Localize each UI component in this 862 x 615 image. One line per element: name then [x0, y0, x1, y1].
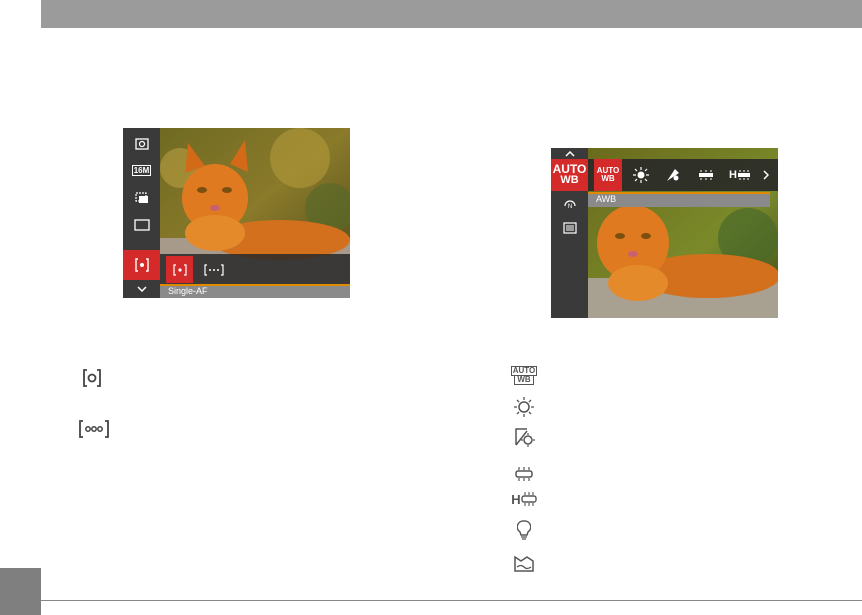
af-selected-text: Single-AF [168, 286, 208, 296]
camera-screen-white-balance: AUTO WB N AUTO WB H AWB [551, 148, 778, 318]
svg-text:N: N [567, 204, 571, 210]
fluorescent-h-text: H [729, 169, 737, 181]
multi-af-icon [204, 263, 224, 276]
fluorescent-h-icon: H [511, 488, 537, 510]
chevron-up-icon[interactable] [551, 148, 588, 159]
daylight-option[interactable] [627, 159, 655, 191]
chevron-right-icon[interactable] [759, 159, 773, 191]
image-size-label: 16M [131, 165, 152, 176]
continuous-shot-icon[interactable] [123, 184, 160, 211]
shade-icon [511, 426, 537, 448]
auto-wb-line2: WB [601, 174, 615, 183]
color-effect-icon[interactable]: N [551, 194, 588, 214]
wb-wb-text: WB [560, 174, 579, 186]
chevron-down-icon[interactable] [123, 280, 160, 298]
menu-list-icon[interactable] [551, 218, 588, 238]
fluorescent-icon [699, 170, 713, 180]
af-selected-label: Single-AF [160, 284, 350, 298]
daylight-icon [633, 167, 649, 183]
white-balance-icon[interactable]: AUTO WB [551, 159, 588, 191]
camera-screen-af-mode: 16M Single-AF [123, 128, 350, 298]
auto-wb-option[interactable]: AUTO WB [594, 159, 622, 191]
legend-fluorescent-h-text: H [511, 491, 521, 507]
wb-selected-label: AWB [588, 192, 770, 207]
fluorescent-h-icon [737, 170, 750, 180]
page-tab [0, 568, 41, 615]
multi-af-icon [78, 419, 110, 444]
highlight-line [588, 192, 770, 194]
legend-auto-wb-line2: WB [514, 375, 534, 385]
fluorescent-icon [511, 463, 537, 485]
daylight-icon [511, 396, 537, 418]
shade-icon [667, 169, 679, 181]
multi-af-option[interactable] [199, 256, 229, 283]
settings-sidebar: 16M [123, 128, 160, 298]
header-bar [41, 0, 862, 28]
underwater-icon [511, 552, 537, 574]
metering-icon[interactable] [123, 130, 160, 157]
single-af-icon [172, 263, 187, 276]
legend-auto-wb-line1: AUTO [510, 365, 538, 376]
footer-line [41, 600, 862, 601]
wb-selected-text: AWB [596, 194, 617, 204]
incandescent-icon [511, 520, 537, 542]
display-frame-icon[interactable] [123, 211, 160, 238]
shade-option[interactable] [659, 159, 687, 191]
settings-sidebar: AUTO WB N [551, 148, 588, 318]
fluorescent-option[interactable] [692, 159, 720, 191]
single-af-option[interactable] [166, 256, 193, 283]
image-size-16m-icon[interactable]: 16M [123, 157, 160, 184]
af-mode-icon[interactable] [123, 250, 160, 280]
highlight-line [160, 284, 350, 286]
single-af-icon [82, 368, 102, 393]
fluorescent-h-option[interactable]: H [723, 159, 757, 191]
auto-wb-icon: AUTO WB [510, 364, 538, 386]
